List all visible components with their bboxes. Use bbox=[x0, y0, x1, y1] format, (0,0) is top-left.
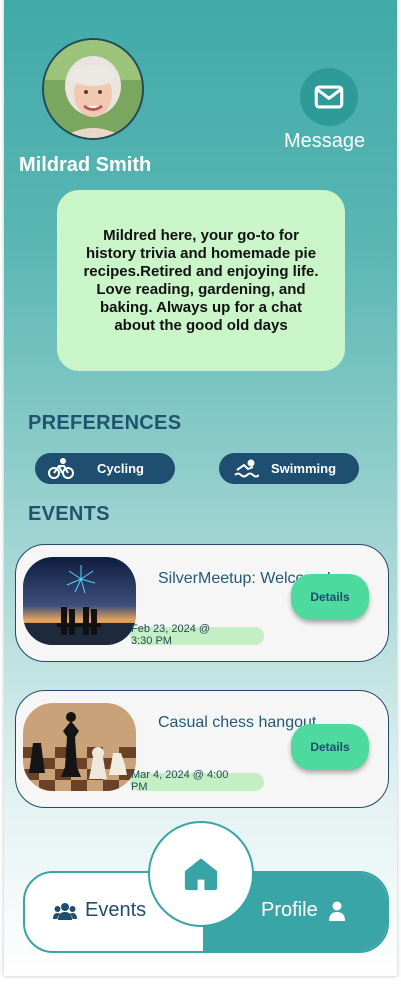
details-button[interactable]: Details bbox=[291, 724, 369, 770]
home-button[interactable] bbox=[148, 821, 254, 927]
cycling-icon bbox=[48, 457, 74, 479]
bio-text: Mildred here, your go-to for history tri… bbox=[83, 226, 319, 334]
event-date: Mar 4, 2024 @ 4:00 PM bbox=[131, 769, 229, 793]
nav-events[interactable]: Events bbox=[53, 899, 146, 922]
envelope-icon bbox=[314, 85, 344, 109]
preference-swimming[interactable]: Swimming bbox=[219, 453, 359, 484]
preferences-title: PREFERENCES bbox=[28, 412, 182, 434]
event-date: Feb 23, 2024 @ 3:30 PM bbox=[131, 623, 211, 647]
events-title: EVENTS bbox=[28, 503, 110, 525]
nav-profile[interactable]: Profile bbox=[261, 899, 346, 922]
avatar bbox=[42, 38, 144, 140]
details-button[interactable]: Details bbox=[291, 574, 369, 620]
preference-cycling-label: Cycling bbox=[97, 461, 144, 476]
event-card[interactable]: SilverMeetup: Welcome! Feb 23, 2024 @ 3:… bbox=[15, 544, 389, 662]
preference-cycling[interactable]: Cycling bbox=[35, 453, 175, 484]
fireworks-lake-image bbox=[23, 557, 136, 645]
nav-events-label: Events bbox=[85, 899, 147, 921]
preference-swimming-label: Swimming bbox=[271, 461, 337, 476]
chess-board-image bbox=[23, 703, 136, 791]
user-icon bbox=[328, 901, 345, 921]
profile-screen: Mildrad Smith Message Mildred here, your… bbox=[4, 0, 397, 976]
message-button[interactable] bbox=[300, 68, 358, 126]
message-label[interactable]: Message bbox=[284, 130, 365, 153]
home-icon bbox=[184, 858, 218, 891]
nav-profile-label: Profile bbox=[261, 899, 318, 921]
bio-card: Mildred here, your go-to for history tri… bbox=[57, 190, 345, 371]
user-name: Mildrad Smith bbox=[19, 154, 152, 176]
event-card[interactable]: Casual chess hangout Mar 4, 2024 @ 4:00 … bbox=[15, 690, 389, 808]
event-title: Casual chess hangout bbox=[158, 714, 317, 731]
swimming-icon bbox=[234, 459, 259, 477]
users-icon bbox=[53, 902, 77, 920]
